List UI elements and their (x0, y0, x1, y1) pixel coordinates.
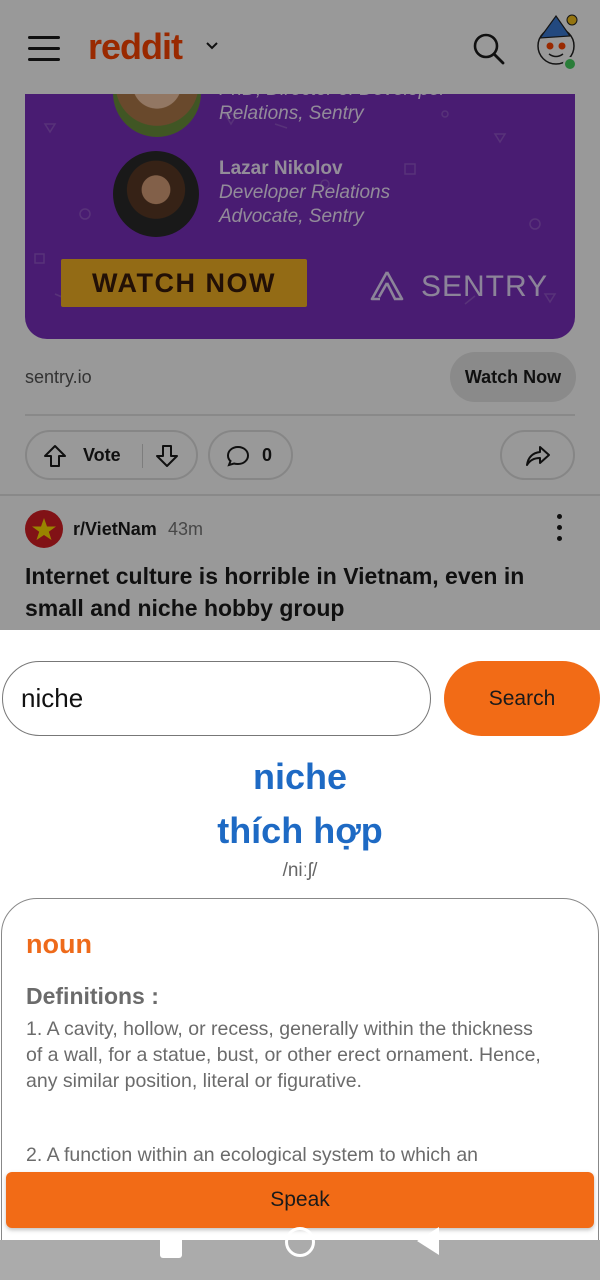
recents-icon[interactable] (160, 1236, 182, 1258)
speak-button[interactable]: Speak (6, 1172, 594, 1228)
part-of-speech: noun (26, 929, 92, 959)
search-input[interactable]: niche (2, 661, 431, 736)
headword: niche (252, 756, 348, 797)
definitions-heading: Definitions : (26, 983, 159, 1009)
search-button[interactable]: Search (444, 661, 600, 736)
modal-scrim[interactable] (0, 0, 600, 630)
home-icon[interactable] (285, 1227, 315, 1257)
back-icon[interactable] (417, 1227, 439, 1255)
phonetic: /niːʃ/ (282, 860, 318, 881)
translation: thích hợp (217, 810, 383, 851)
definition-item: 1. A cavity, hollow, or recess, generall… (26, 1018, 541, 1092)
dictionary-sheet: niche Search niche thích hợp /niːʃ/ noun… (0, 630, 600, 1240)
definition-item: 2. A function within an ecological syste… (26, 1144, 479, 1166)
system-nav-bar (0, 1227, 600, 1280)
